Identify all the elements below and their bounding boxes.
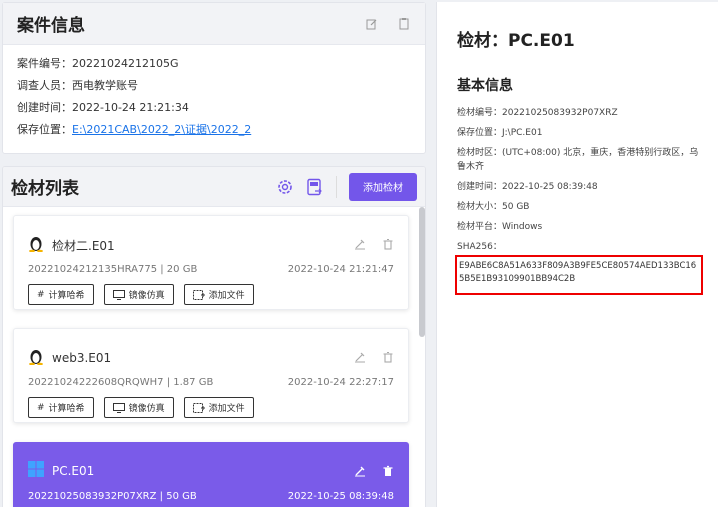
- platform-row: 检材平台：Windows: [457, 222, 543, 232]
- edit-icon[interactable]: [354, 465, 366, 477]
- linux-penguin-icon: [28, 347, 44, 369]
- mirror-emulation-label: 镜像仿真: [128, 291, 165, 301]
- compute-hash-label: 计算哈希: [48, 291, 85, 301]
- hash-icon: #: [37, 289, 45, 300]
- save-location-label: 保存位置：: [17, 123, 72, 136]
- gear-icon[interactable]: [276, 178, 294, 196]
- evidence-item-1[interactable]: 检材二.E01 20221024212135HRA775 | 20 GB 202…: [13, 215, 409, 310]
- investigator-label: 调查人员：: [17, 79, 72, 92]
- edit-icon[interactable]: [365, 17, 379, 31]
- sha256-value[interactable]: E9ABE6C8A51A633F809A3B9FE5CE80574AED133B…: [459, 260, 699, 286]
- created-time-row: 创建时间：2022-10-24 21:21:34: [17, 97, 411, 119]
- sha256-highlight-box: E9ABE6C8A51A633F809A3B9FE5CE80574AED133B…: [455, 255, 703, 295]
- compute-hash-label: 计算哈希: [48, 404, 85, 414]
- evidence-id-row: 检材编号：20221025083932P07XRZ: [457, 108, 618, 118]
- bcp-export-icon[interactable]: [306, 178, 324, 196]
- evidence-item-header: web3.E01: [28, 347, 111, 369]
- windows-logo-icon: [28, 461, 44, 481]
- add-file-label: 添加文件: [208, 291, 245, 301]
- add-file-label: 添加文件: [208, 404, 245, 414]
- evidence-item-2[interactable]: web3.E01 20221024222608QRQWH7 | 1.87 GB …: [13, 328, 409, 423]
- evidence-list-panel: 检材列表 添加检材 检材二.E01 20221024212135HRA775 |…: [2, 166, 426, 507]
- created-time-row: 创建时间：2022-10-25 08:39:48: [457, 182, 598, 192]
- evidence-item-meta: 20221024212135HRA775 | 20 GB: [28, 264, 198, 275]
- evidence-item-header: 检材二.E01: [28, 234, 115, 256]
- monitor-icon: [112, 289, 125, 300]
- delete-icon[interactable]: [382, 351, 394, 363]
- add-file-icon: [192, 289, 205, 300]
- case-info-panel: 案件信息 案件编号：20221024212105G 调查人员：西电教学账号 创建…: [2, 2, 426, 154]
- monitor-icon: [112, 402, 125, 413]
- add-file-button[interactable]: 添加文件: [183, 284, 254, 305]
- case-info-header: 案件信息: [3, 3, 425, 45]
- basic-info-heading: 基本信息: [457, 78, 513, 94]
- save-location-row: 保存位置：E:\2021CAB\2022_2\证据\2022_2: [17, 119, 411, 141]
- evidence-item-name: PC.E01: [52, 464, 95, 478]
- delete-icon[interactable]: [382, 238, 394, 250]
- evidence-item-time: 2022-10-25 08:39:48: [287, 491, 394, 502]
- evidence-item-name: 检材二.E01: [52, 238, 115, 253]
- clipboard-icon[interactable]: [397, 17, 411, 31]
- case-number-row: 案件编号：20221024212105G: [17, 53, 411, 75]
- add-file-icon: [192, 402, 205, 413]
- evidence-item-time: 2022-10-24 22:27:17: [287, 377, 394, 388]
- basic-info-list: 检材编号：20221025083932P07XRZ 保存位置：J:\PC.E01…: [457, 106, 707, 254]
- evidence-detail-panel: 检材：PC.E01 基本信息 检材编号：20221025083932P07XRZ…: [436, 2, 718, 507]
- edit-icon[interactable]: [354, 351, 366, 363]
- evidence-item-3-selected[interactable]: PC.E01 20221025083932P07XRZ | 50 GB 2022…: [13, 442, 409, 507]
- evidence-list-title: 检材列表: [11, 179, 79, 199]
- header-divider: [336, 175, 337, 198]
- mirror-emulation-label: 镜像仿真: [128, 404, 165, 414]
- timezone-row: 检材时区：(UTC+08:00) 北京，重庆，香港特别行政区，乌鲁木齐: [457, 148, 699, 172]
- compute-hash-button[interactable]: # 计算哈希: [28, 284, 94, 305]
- evidence-item-meta: 20221025083932P07XRZ | 50 GB: [28, 491, 197, 502]
- investigator-value: 西电教学账号: [72, 79, 138, 92]
- edit-icon[interactable]: [354, 238, 366, 250]
- evidence-item-name: web3.E01: [52, 351, 112, 365]
- evidence-item-header: PC.E01: [28, 461, 94, 481]
- hash-icon: #: [37, 402, 45, 413]
- evidence-item-time: 2022-10-24 21:21:47: [287, 264, 394, 275]
- case-number-value: 20221024212105G: [72, 57, 179, 70]
- delete-icon[interactable]: [382, 465, 394, 477]
- mirror-emulation-button[interactable]: 镜像仿真: [103, 397, 174, 418]
- storage-location-row: 保存位置：J:\PC.E01: [457, 128, 543, 138]
- size-row: 检材大小：50 GB: [457, 202, 530, 212]
- evidence-detail-title: 检材：PC.E01: [457, 31, 575, 51]
- created-time-value: 2022-10-24 21:21:34: [72, 101, 189, 114]
- add-file-button[interactable]: 添加文件: [183, 397, 254, 418]
- add-evidence-button[interactable]: 添加检材: [349, 172, 417, 201]
- linux-penguin-icon: [28, 234, 44, 256]
- mirror-emulation-button[interactable]: 镜像仿真: [103, 284, 174, 305]
- investigator-row: 调查人员：西电教学账号: [17, 75, 411, 97]
- list-scrollbar[interactable]: [419, 207, 425, 337]
- created-time-label: 创建时间：: [17, 101, 72, 114]
- compute-hash-button[interactable]: # 计算哈希: [28, 397, 94, 418]
- evidence-item-meta: 20221024222608QRQWH7 | 1.87 GB: [28, 377, 214, 388]
- sha256-label: SHA256：: [457, 242, 502, 252]
- case-number-label: 案件编号：: [17, 57, 72, 70]
- save-location-link[interactable]: E:\2021CAB\2022_2\证据\2022_2: [72, 123, 251, 136]
- evidence-list-header: 检材列表 添加检材: [3, 167, 425, 207]
- case-info-title: 案件信息: [17, 16, 85, 36]
